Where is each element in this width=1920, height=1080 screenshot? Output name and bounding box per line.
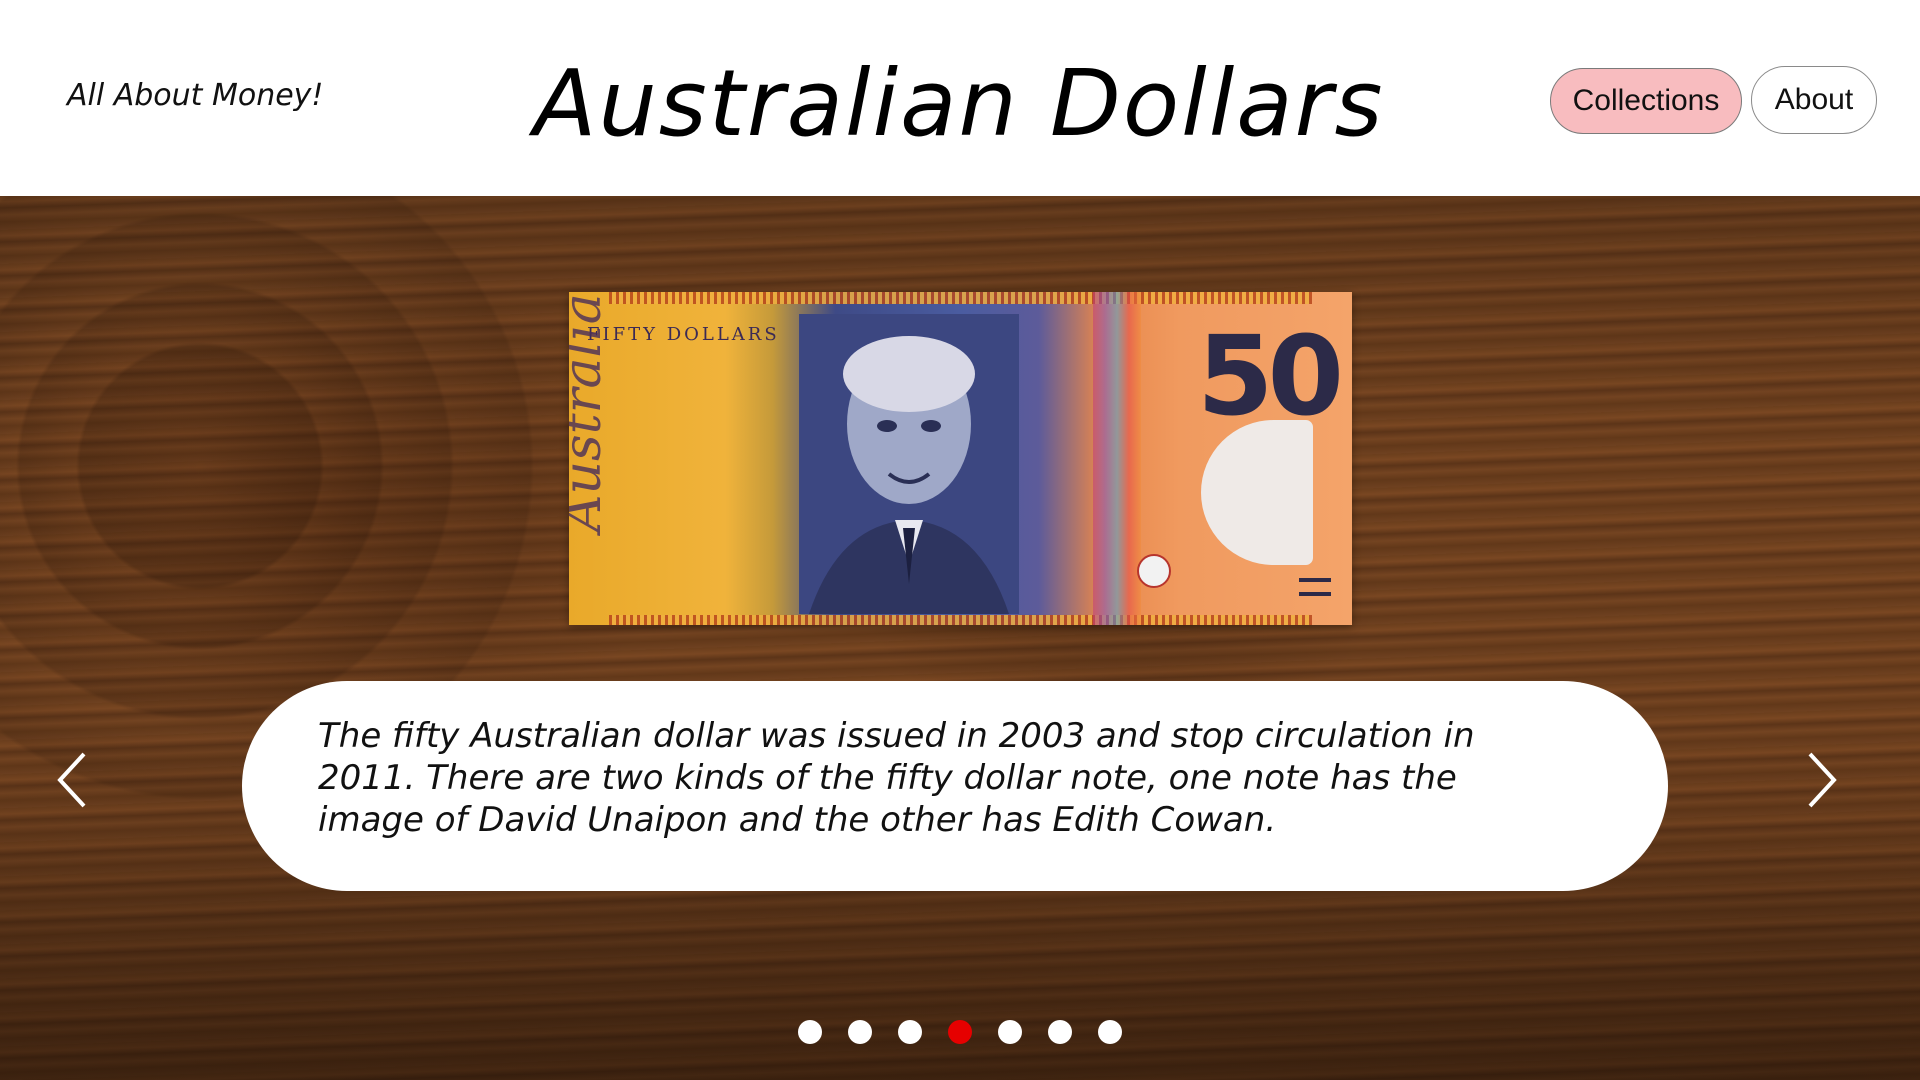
slide-dot-active[interactable] — [948, 1020, 972, 1044]
previous-slide-button[interactable] — [52, 748, 96, 812]
note-security-strip — [1093, 292, 1141, 625]
caption-text: The fifty Australian dollar was issued i… — [318, 716, 1475, 840]
slide-dot[interactable] — [1048, 1020, 1072, 1044]
note-mark — [1299, 578, 1331, 596]
portrait-illustration — [799, 314, 1019, 614]
carousel: FIFTY DOLLARS Australia 50 The fifty Aus… — [0, 196, 1920, 1080]
slide-caption: The fifty Australian dollar was issued i… — [242, 681, 1668, 891]
slide-indicators — [0, 1020, 1920, 1048]
note-clear-window — [1201, 420, 1313, 565]
about-button[interactable]: About — [1751, 66, 1877, 134]
slide-dot[interactable] — [898, 1020, 922, 1044]
note-pattern-bottom — [609, 615, 1312, 625]
site-header: All About Money! Australian Dollars Coll… — [0, 0, 1920, 196]
note-emblem — [1137, 554, 1171, 588]
chevron-right-icon — [1808, 752, 1837, 808]
banknote-image: FIFTY DOLLARS Australia 50 — [569, 292, 1352, 625]
note-country-script: Australia — [569, 293, 613, 532]
next-slide-button[interactable] — [1798, 748, 1842, 812]
slide-dot[interactable] — [1098, 1020, 1122, 1044]
slide-dot[interactable] — [848, 1020, 872, 1044]
slide-dot[interactable] — [798, 1020, 822, 1044]
slide-dot[interactable] — [998, 1020, 1022, 1044]
note-pattern-top — [609, 292, 1312, 304]
collections-button[interactable]: Collections — [1550, 68, 1742, 134]
note-denomination-label: FIFTY DOLLARS — [587, 324, 780, 345]
chevron-left-icon — [57, 752, 86, 808]
